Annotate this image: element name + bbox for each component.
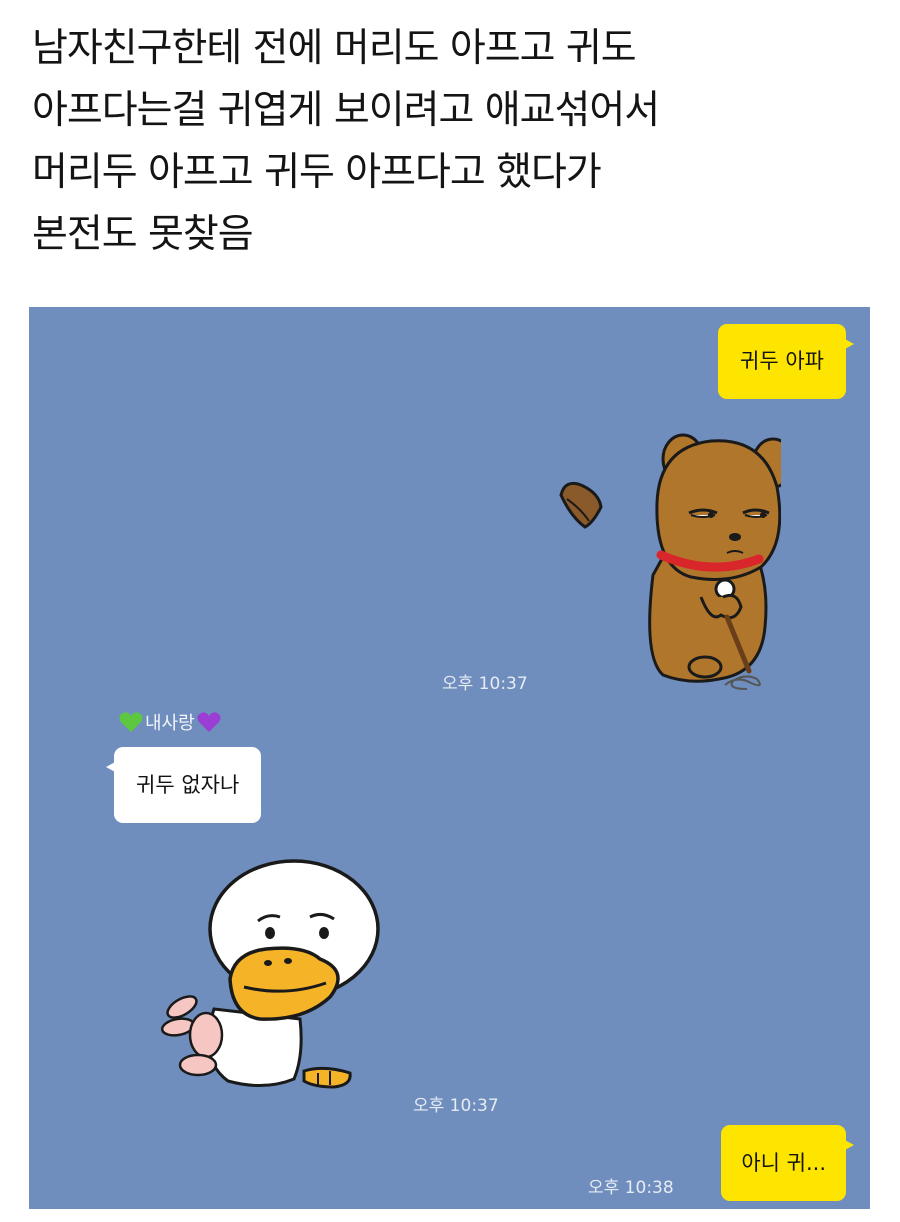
leaf-icon <box>559 481 603 529</box>
caption-line: 본전도 못찾음 <box>32 212 254 257</box>
caption-line: 머리두 아프고 귀두 아프다고 했다가 <box>32 150 602 195</box>
sender-name-row: 내사랑 <box>119 709 221 735</box>
message-timestamp: 오후 10:38 <box>588 1178 674 1198</box>
other-message-bubble[interactable]: 귀두 없자나 <box>105 747 262 823</box>
post-caption: 남자친구한테 전에 머리도 아프고 귀도 아프다는걸 귀엽게 보이려고 애교섞어… <box>32 18 872 266</box>
my-message-bubble[interactable]: 아니 귀... <box>721 1125 854 1201</box>
caption-line: 남자친구한테 전에 머리도 아프고 귀도 <box>32 26 637 71</box>
chat-screenshot: 귀두 아파 오후 10:37 내사랑 귀두 없자나 오후 10:37 오후 10… <box>29 307 870 1209</box>
sender-name: 내사랑 <box>145 713 195 734</box>
brown-dog-sulking-sticker[interactable] <box>551 427 781 692</box>
my-message-bubble[interactable]: 귀두 아파 <box>718 324 854 399</box>
message-text: 귀두 없자나 <box>136 773 240 797</box>
green-heart-icon <box>119 712 143 732</box>
message-timestamp: 오후 10:37 <box>413 1096 499 1116</box>
message-timestamp: 오후 10:37 <box>442 674 528 694</box>
message-text: 귀두 아파 <box>740 349 824 373</box>
bunny-toy-icon <box>160 995 224 1077</box>
caption-line: 아프다는걸 귀엽게 보이려고 애교섞어서 <box>32 88 660 133</box>
purple-heart-icon <box>197 712 221 732</box>
duck-worried-sticker[interactable] <box>154 859 384 1089</box>
message-text: 아니 귀... <box>741 1151 826 1175</box>
